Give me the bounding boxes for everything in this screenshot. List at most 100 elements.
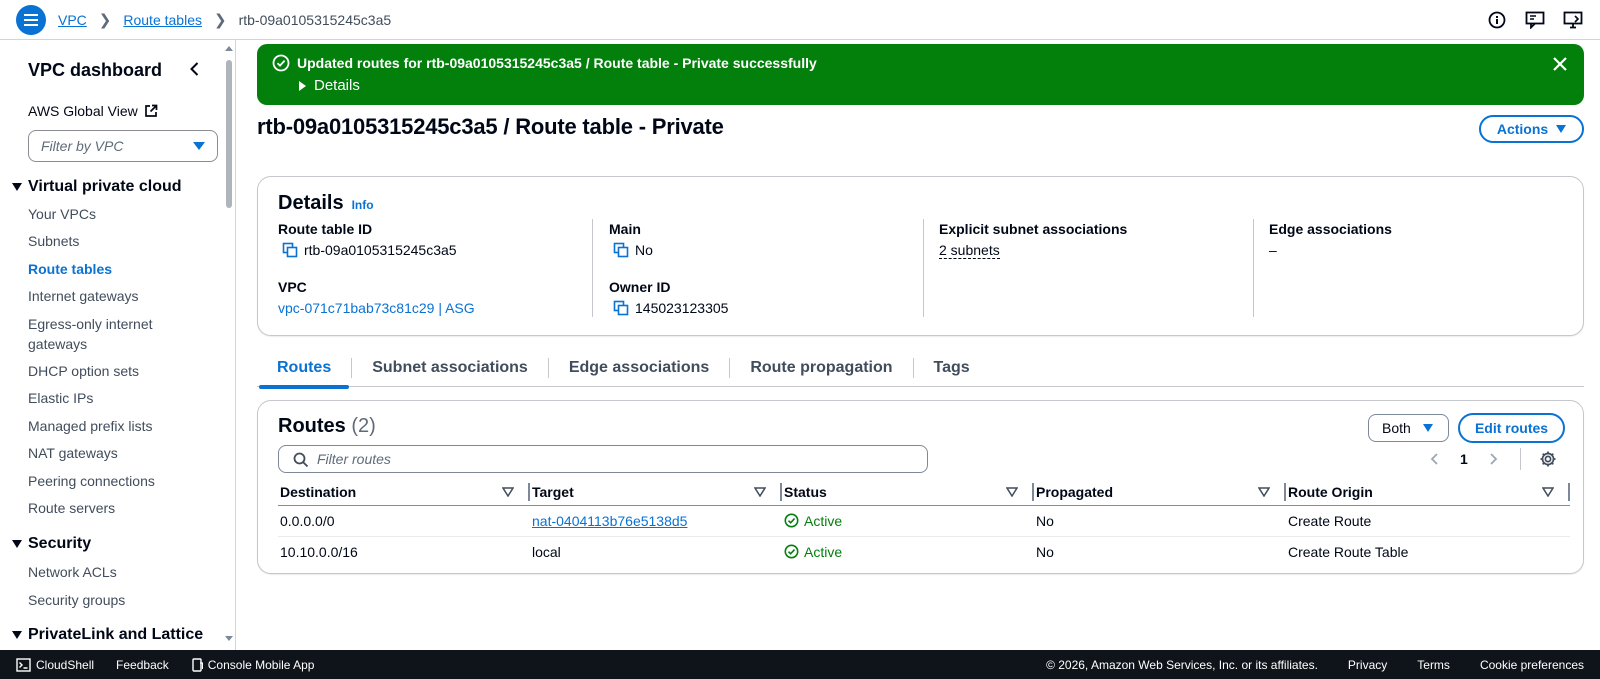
sidebar-section-privatelink[interactable]: PrivateLink and Lattice xyxy=(12,626,203,644)
chevron-left-icon[interactable] xyxy=(186,60,204,78)
feedback-icon[interactable] xyxy=(1524,9,1546,31)
terminal-icon xyxy=(16,657,31,672)
owner-id-value: 145023123305 xyxy=(609,300,728,316)
info-link[interactable]: Info xyxy=(352,198,374,212)
routes-table: Destination Target Status Propagated Rou… xyxy=(278,479,1570,567)
column-header-route-origin[interactable]: Route Origin xyxy=(1286,479,1570,506)
sort-icon xyxy=(502,487,514,497)
feedback-link[interactable]: Feedback xyxy=(116,658,169,672)
close-icon[interactable] xyxy=(1550,54,1570,74)
chevron-right-icon[interactable] xyxy=(1486,452,1500,466)
breadcrumb: VPC ❯ Route tables ❯ rtb-09a0105315245c3… xyxy=(58,11,391,29)
column-header-status[interactable]: Status xyxy=(782,479,1034,506)
column-header-propagated[interactable]: Propagated xyxy=(1034,479,1286,506)
terms-link[interactable]: Terms xyxy=(1417,658,1450,672)
cell-status: Active xyxy=(782,536,1034,567)
sidebar-item-managed-prefix-lists[interactable]: Managed prefix lists xyxy=(28,416,208,436)
table-header-row: Destination Target Status Propagated Rou… xyxy=(278,479,1570,506)
tab-tags[interactable]: Tags xyxy=(914,350,990,387)
check-circle-icon xyxy=(784,544,799,559)
tab-bar: Routes Subnet associations Edge associat… xyxy=(257,350,1584,389)
sidebar-item-peering-connections[interactable]: Peering connections xyxy=(28,471,208,491)
info-icon[interactable] xyxy=(1486,9,1508,31)
breadcrumb-route-tables[interactable]: Route tables xyxy=(123,12,202,28)
details-container: Details Info Route table ID rtb-09a01053… xyxy=(257,176,1584,336)
menu-button[interactable] xyxy=(16,4,46,35)
actions-label: Actions xyxy=(1496,121,1549,137)
vpc-link[interactable]: vpc-071c71bab73c81c29 | ASG xyxy=(278,300,475,316)
global-view-label: AWS Global View xyxy=(28,103,138,119)
sidebar-item-dhcp-option-sets[interactable]: DHCP option sets xyxy=(28,361,208,381)
copyright-text: © 2026, Amazon Web Services, Inc. or its… xyxy=(1046,657,1318,672)
sidebar-section-security[interactable]: Security xyxy=(12,535,91,553)
external-link-icon xyxy=(144,104,158,117)
sidebar-global-view[interactable]: AWS Global View xyxy=(28,103,158,119)
sidebar-item-egress-only-gateways[interactable]: Egress-only internet gateways xyxy=(28,314,178,354)
sidebar-section-vpc[interactable]: Virtual private cloud xyxy=(12,178,182,196)
section-label: Security xyxy=(28,535,92,552)
sidebar-scrollbar-thumb[interactable] xyxy=(226,60,232,208)
sidebar-item-your-vpcs[interactable]: Your VPCs xyxy=(28,204,208,224)
sidebar-title[interactable]: VPC dashboard xyxy=(28,60,162,81)
routes-count: (2) xyxy=(351,415,376,437)
sidebar-item-network-acls[interactable]: Network ACLs xyxy=(28,562,208,582)
gear-icon[interactable] xyxy=(1539,450,1557,468)
sidebar-item-internet-gateways[interactable]: Internet gateways xyxy=(28,286,208,306)
column-header-destination[interactable]: Destination xyxy=(278,479,530,506)
filter-routes-input[interactable]: Filter routes xyxy=(278,445,928,473)
copy-icon[interactable] xyxy=(613,242,629,258)
section-label: PrivateLink and Lattice xyxy=(28,626,204,643)
tab-subnet-associations[interactable]: Subnet associations xyxy=(352,350,548,387)
cookie-preferences-link[interactable]: Cookie preferences xyxy=(1480,658,1584,672)
page-number[interactable]: 1 xyxy=(1460,451,1468,467)
search-icon xyxy=(293,452,309,468)
scroll-up-arrow[interactable] xyxy=(225,46,233,51)
column-label: Propagated xyxy=(1036,483,1114,500)
column-label: Route Origin xyxy=(1288,483,1373,500)
copy-icon[interactable] xyxy=(613,300,629,316)
routes-container: Routes (2) Both Edit routes Filter route… xyxy=(257,400,1584,574)
route-table-id-label: Route table ID xyxy=(278,221,373,237)
tab-routes[interactable]: Routes xyxy=(257,350,351,389)
column-resizer[interactable] xyxy=(1568,483,1570,501)
details-column-2: Main No Owner ID 145023123305 xyxy=(609,221,728,316)
chevron-left-icon[interactable] xyxy=(1428,452,1442,466)
edge-associations-label: Edge associations xyxy=(1269,221,1392,237)
tab-edge-associations[interactable]: Edge associations xyxy=(549,350,730,387)
route-type-value: Both xyxy=(1382,420,1411,436)
sidebar-item-route-servers[interactable]: Route servers xyxy=(28,498,208,518)
sort-icon xyxy=(754,487,766,497)
flash-details-toggle[interactable]: Details xyxy=(297,77,360,94)
explicit-associations-value[interactable]: 2 subnets xyxy=(939,242,1000,259)
sidebar-item-elastic-ips[interactable]: Elastic IPs xyxy=(28,388,208,408)
console-mobile-app-link[interactable]: Console Mobile App xyxy=(191,658,314,672)
cell-propagated: No xyxy=(1036,543,1054,560)
section-label: Virtual private cloud xyxy=(28,178,182,195)
privacy-link[interactable]: Privacy xyxy=(1348,658,1387,672)
scroll-down-arrow[interactable] xyxy=(225,636,233,641)
edit-routes-button[interactable]: Edit routes xyxy=(1458,413,1565,443)
tab-route-propagation[interactable]: Route propagation xyxy=(730,350,912,387)
caret-down-icon xyxy=(12,183,22,191)
check-circle-icon xyxy=(272,54,290,72)
sidebar-item-route-tables[interactable]: Route tables xyxy=(28,259,208,279)
sidebar-item-subnets[interactable]: Subnets xyxy=(28,231,208,251)
details-column-3: Explicit subnet associations 2 subnets xyxy=(939,221,1127,259)
column-divider xyxy=(592,219,593,317)
cloudshell-button[interactable]: CloudShell xyxy=(16,658,94,672)
column-header-target[interactable]: Target xyxy=(530,479,782,506)
target-link[interactable]: nat-0404113b76e5138d5 xyxy=(532,513,687,529)
breadcrumb-vpc[interactable]: VPC xyxy=(58,12,87,28)
sidebar-item-nat-gateways[interactable]: NAT gateways xyxy=(28,443,208,463)
sidebar-item-security-groups[interactable]: Security groups xyxy=(28,590,208,610)
vpc-filter-placeholder: Filter by VPC xyxy=(41,138,124,154)
cloudshell-label: CloudShell xyxy=(36,657,95,672)
details-title: Details xyxy=(278,192,344,214)
chevron-right-icon: ❯ xyxy=(213,11,227,29)
screen-icon[interactable] xyxy=(1562,9,1584,31)
actions-button[interactable]: Actions xyxy=(1479,115,1584,143)
route-type-select[interactable]: Both xyxy=(1368,414,1449,442)
status-text: Active xyxy=(804,543,843,560)
copy-icon[interactable] xyxy=(282,242,298,258)
vpc-filter-select[interactable]: Filter by VPC xyxy=(28,130,218,162)
